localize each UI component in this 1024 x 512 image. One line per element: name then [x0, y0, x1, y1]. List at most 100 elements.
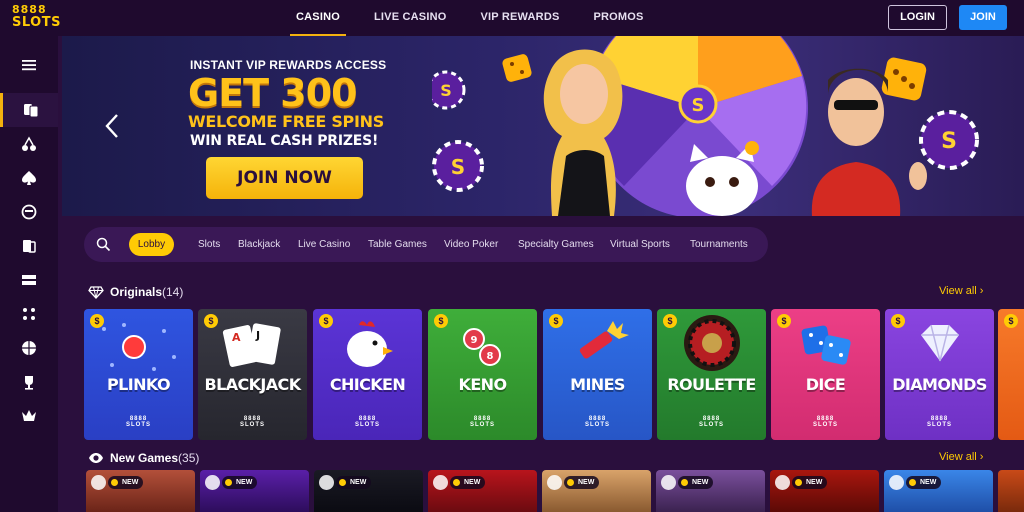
trophy-icon[interactable] [0, 365, 58, 399]
game-title: PLINKO [107, 375, 171, 394]
game-title: CHICKEN [329, 375, 406, 394]
game-brand-logo: 8888 SLOTS [657, 416, 766, 428]
game-brand-logo: 8888 SLOTS [313, 416, 422, 428]
new-game-card[interactable]: NEW [314, 470, 423, 512]
svg-text:S: S [692, 95, 705, 116]
new-badge: NEW [336, 476, 372, 489]
cherry-icon[interactable] [0, 127, 58, 161]
brand-line-2: SLOTS [469, 422, 495, 428]
chevron-left-icon[interactable] [100, 112, 124, 140]
diamond-icon [88, 286, 104, 299]
provider-icon [433, 475, 448, 490]
game-title: DIAMONDS [892, 375, 987, 394]
game-card-roulette[interactable]: $ ROULETTE 8888 SLOTS [657, 309, 766, 440]
new-game-card[interactable]: NEW [542, 470, 651, 512]
new-game-card[interactable]: NEW [200, 470, 309, 512]
game-title: BLACKJACK [204, 375, 302, 394]
join-now-button[interactable]: JOIN NOW [206, 157, 363, 199]
new-games-label: New Games [110, 451, 179, 465]
crown-icon[interactable] [0, 399, 58, 433]
category-slots[interactable]: Slots [198, 227, 220, 262]
category-live-casino[interactable]: Live Casino [298, 227, 350, 262]
category-table-games[interactable]: Table Games [368, 227, 427, 262]
game-card-mines[interactable]: $ MINES 8888 SLOTS [543, 309, 652, 440]
brand-line-2: SLOTS [812, 422, 838, 428]
coin-icon: $ [663, 314, 677, 328]
top-bar: 8888 SLOTS CASINO LIVE CASINO VIP REWARD… [0, 0, 1024, 36]
game-card-keno[interactable]: 9 8 $ KENO 8888 SLOTS [428, 309, 537, 440]
menu-icon[interactable] [0, 48, 58, 82]
view-all-originals[interactable]: View all › [939, 285, 983, 297]
svg-text:S: S [440, 81, 452, 100]
dice-icon[interactable] [0, 297, 58, 331]
category-bar: Lobby Slots Blackjack Live Casino Table … [84, 227, 768, 262]
basketball-icon[interactable] [0, 331, 58, 365]
category-virtual-sports[interactable]: Virtual Sports [610, 227, 670, 262]
provider-icon [547, 475, 562, 490]
brand-line-2: SLOTS [239, 422, 265, 428]
provider-icon [775, 475, 790, 490]
view-all-new-games[interactable]: View all › [939, 451, 983, 463]
promo-banner[interactable]: INSTANT VIP REWARDS ACCESS GET 300 WELCO… [62, 36, 1024, 216]
view-all-label: View all [939, 451, 977, 463]
banner-artwork: S S S S [432, 36, 979, 216]
svg-text:S: S [451, 155, 465, 179]
new-game-card[interactable]: NEW [770, 470, 879, 512]
category-lobby[interactable]: Lobby [129, 233, 174, 256]
new-badge: NEW [450, 476, 486, 489]
game-card-diamonds[interactable]: $ DIAMONDS 8888 SLOTS [885, 309, 994, 440]
provider-icon [661, 475, 676, 490]
logo-line-2: SLOTS [12, 15, 61, 30]
coin-icon: $ [90, 314, 104, 328]
game-brand-logo: 8888 SLOTS [84, 416, 193, 428]
new-games-count: (35) [178, 451, 200, 465]
game-brand-logo: 8888 SLOTS [771, 416, 880, 428]
game-card-plinko[interactable]: $ PLINKO 8888 SLOTS [84, 309, 193, 440]
playing-cards-icon[interactable] [0, 229, 58, 263]
svg-text:8: 8 [487, 351, 494, 362]
nav-live-casino[interactable]: LIVE CASINO [374, 0, 447, 36]
eye-icon [89, 453, 103, 463]
banner-tagline: WIN REAL CASH PRIZES! [190, 133, 379, 149]
svg-text:9: 9 [471, 335, 478, 346]
new-game-card[interactable]: NEW [656, 470, 765, 512]
svg-text:A: A [232, 331, 241, 344]
new-badge: NEW [564, 476, 600, 489]
game-card-blackjack[interactable]: A J $ BLACKJACK 8888 SLOTS [198, 309, 307, 440]
category-tournaments[interactable]: Tournaments [690, 227, 748, 262]
new-game-card-partial[interactable] [998, 470, 1024, 512]
nav-promos[interactable]: PROMOS [594, 0, 644, 36]
provider-icon [889, 475, 904, 490]
site-logo[interactable]: 8888 SLOTS [12, 4, 66, 32]
spade-icon[interactable] [0, 161, 58, 195]
game-title: ROULETTE [667, 375, 756, 394]
coin-icon: $ [549, 314, 563, 328]
game-card-chicken[interactable]: $ CHICKEN 8888 SLOTS [313, 309, 422, 440]
svg-text:J: J [255, 329, 260, 342]
view-all-label: View all [939, 285, 977, 297]
game-card-partial[interactable]: $ [998, 309, 1024, 440]
game-brand-logo: 8888 SLOTS [543, 416, 652, 428]
dealer-icon[interactable] [0, 195, 58, 229]
new-game-card[interactable]: NEW [884, 470, 993, 512]
svg-text:S: S [941, 129, 957, 154]
table-game-icon[interactable] [0, 263, 58, 297]
search-icon[interactable] [96, 237, 111, 252]
new-badge: NEW [906, 476, 942, 489]
section-title-new-games: New Games(35) [110, 451, 199, 465]
nav-casino[interactable]: CASINO [290, 0, 346, 36]
banner-offer: WELCOME FREE SPINS [188, 112, 384, 131]
game-card-dice[interactable]: $ DICE 8888 SLOTS [771, 309, 880, 440]
category-blackjack[interactable]: Blackjack [238, 227, 280, 262]
banner-subtitle: INSTANT VIP REWARDS ACCESS [190, 58, 387, 72]
new-game-card[interactable]: NEW [86, 470, 195, 512]
category-video-poker[interactable]: Video Poker [444, 227, 498, 262]
brand-line-2: SLOTS [354, 422, 380, 428]
category-specialty-games[interactable]: Specialty Games [518, 227, 594, 262]
nav-vip-rewards[interactable]: VIP REWARDS [480, 0, 559, 36]
new-game-card[interactable]: NEW [428, 470, 537, 512]
main-nav: CASINO LIVE CASINO VIP REWARDS PROMOS [290, 0, 678, 36]
cards-icon[interactable] [0, 93, 58, 127]
login-button[interactable]: LOGIN [888, 5, 947, 30]
join-button[interactable]: JOIN [959, 5, 1007, 30]
